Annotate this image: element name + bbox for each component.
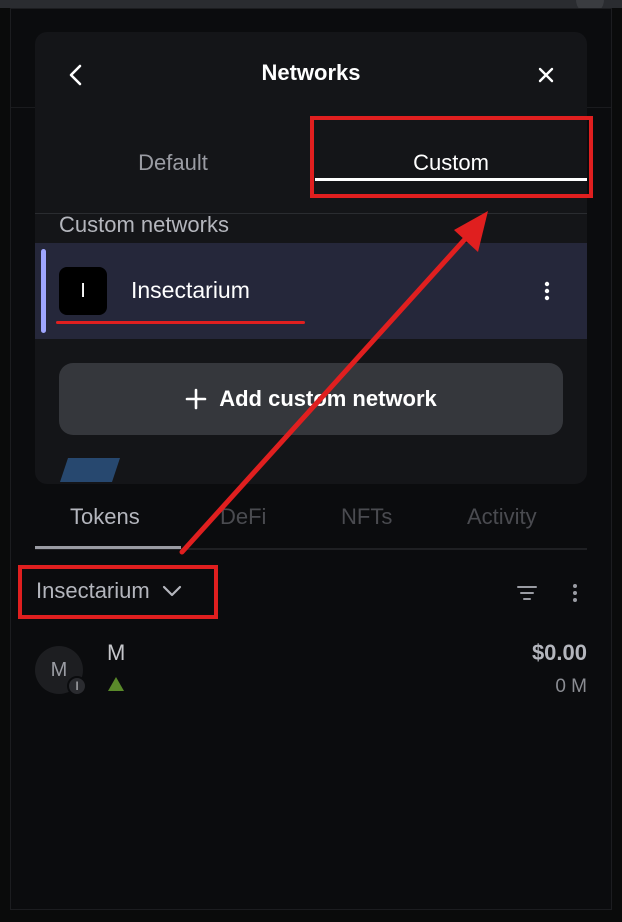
triangle-up-icon — [108, 677, 124, 691]
tab-tokens[interactable]: Tokens — [70, 504, 140, 530]
modal-header: Networks — [35, 32, 587, 116]
add-custom-network-label: Add custom network — [219, 386, 437, 411]
logo-fragment — [60, 458, 120, 482]
annotation-box-custom-tab — [310, 116, 593, 198]
plus-icon — [185, 388, 207, 410]
kebab-menu-icon — [544, 281, 550, 301]
tab-nfts[interactable]: NFTs — [341, 504, 392, 530]
filter-icon[interactable] — [516, 582, 538, 604]
network-badge: I — [67, 676, 87, 696]
network-name: Insectarium — [131, 277, 250, 303]
network-options-button[interactable] — [535, 279, 559, 303]
close-icon — [538, 67, 554, 83]
tab-defi[interactable]: DeFi — [220, 504, 266, 530]
token-row[interactable]: M I M $0.00 0 M — [35, 630, 587, 706]
annotation-underline — [56, 321, 305, 324]
annotation-box-network-selector — [18, 565, 218, 619]
close-button[interactable] — [531, 60, 561, 90]
kebab-menu-icon — [573, 584, 577, 602]
main-tabs: Tokens DeFi NFTs Activity — [35, 496, 587, 550]
networks-modal: Networks Default Custom Custom networks … — [35, 32, 587, 484]
modal-title: Networks — [261, 60, 361, 85]
token-options-button[interactable] — [564, 582, 586, 604]
selected-indicator — [41, 249, 46, 333]
section-label: Custom networks — [59, 212, 229, 237]
token-value: $0.00 — [531, 640, 587, 665]
token-quantity: 0 M — [555, 676, 587, 697]
tab-active-underline — [35, 546, 181, 549]
tab-activity[interactable]: Activity — [467, 504, 537, 530]
network-avatar: I — [59, 267, 107, 315]
tab-default[interactable]: Default — [35, 150, 311, 214]
add-custom-network-button[interactable]: Add custom network — [59, 363, 563, 435]
browser-top-strip — [0, 0, 622, 14]
token-name: M — [107, 640, 126, 665]
network-item-insectarium[interactable]: I Insectarium — [35, 243, 587, 339]
